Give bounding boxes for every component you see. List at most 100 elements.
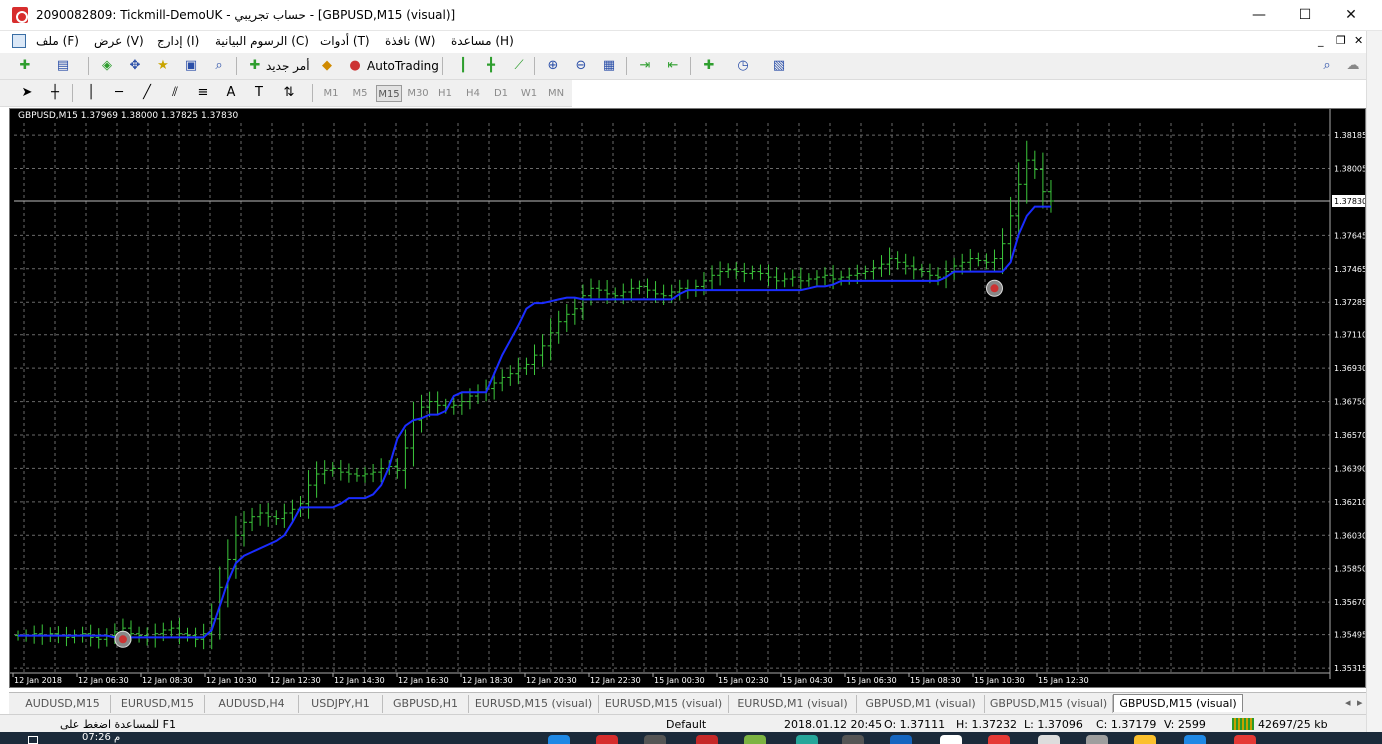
chart-window[interactable]: 1.38185 1.38005 1.37830 1.37645 1.37465 1.372… xyxy=(9,108,1367,688)
search-icon[interactable]: ⌕ xyxy=(1316,56,1338,76)
chart-shift-icon[interactable]: ⇤ xyxy=(662,56,684,76)
cursor-icon[interactable]: ➤ xyxy=(16,83,38,103)
meta-editor-icon[interactable]: ◆ xyxy=(316,56,338,76)
menu-tools[interactable]: أدوات (T) xyxy=(320,34,370,48)
indicators-icon[interactable]: ✚ xyxy=(698,56,720,76)
timeframe-m15[interactable]: M15 xyxy=(376,85,402,102)
chart-tab[interactable]: EURUSD,M1 (visual) xyxy=(729,695,857,713)
zoom-out-icon[interactable]: ⊖ xyxy=(570,56,592,76)
horizontal-line-icon[interactable]: ─ xyxy=(108,83,130,103)
equidistant-channel-icon[interactable]: ⫽ xyxy=(164,83,186,103)
task-view-icon[interactable] xyxy=(28,736,38,744)
taskbar-app-icon[interactable] xyxy=(744,735,766,744)
chat-icon[interactable]: ☁ xyxy=(1342,56,1364,76)
status-datetime: 2018.01.12 20:45 xyxy=(784,718,883,731)
chart-tab[interactable]: GBPUSD,M15 (visual) xyxy=(1113,694,1243,712)
chart-tab[interactable]: GBPUSD,H1 xyxy=(383,695,469,713)
timeframe-w1[interactable]: W1 xyxy=(516,85,542,102)
candlestick-chart-icon[interactable]: ╋ xyxy=(480,56,502,76)
zoom-in-icon[interactable]: ⊕ xyxy=(542,56,564,76)
x-tick-label: 15 Jan 06:30 xyxy=(846,676,897,685)
timeframe-h1[interactable]: H1 xyxy=(432,85,458,102)
taskbar-app-icon[interactable] xyxy=(796,735,818,744)
timeframe-h4[interactable]: H4 xyxy=(460,85,486,102)
timeframe-m1[interactable]: M1 xyxy=(318,85,344,102)
text-tool-icon[interactable]: A xyxy=(220,83,242,103)
taskbar-app-icon[interactable] xyxy=(1234,735,1256,744)
chart-tab[interactable]: USDJPY,H1 xyxy=(299,695,383,713)
taskbar-app-icon[interactable] xyxy=(1184,735,1206,744)
bar-chart-icon[interactable]: ┃ xyxy=(452,56,474,76)
taskbar-metatrader-icon[interactable] xyxy=(596,735,618,744)
menu-file[interactable]: ملف (F) xyxy=(36,34,79,48)
status-help: للمساعدة اضغط على F1 xyxy=(60,718,176,731)
tab-scroll-right-icon[interactable]: ▸ xyxy=(1357,696,1363,709)
taskbar-app-icon[interactable] xyxy=(1086,735,1108,744)
y-tick-label: 1.35850 xyxy=(1334,565,1365,574)
maximize-button[interactable]: ☐ xyxy=(1282,0,1328,31)
timeframe-d1[interactable]: D1 xyxy=(488,85,514,102)
tile-windows-icon[interactable]: ▦ xyxy=(598,56,620,76)
taskbar-app-icon[interactable] xyxy=(696,735,718,744)
y-tick-label: 1.36030 xyxy=(1334,531,1365,540)
timeframe-m5[interactable]: M5 xyxy=(347,85,373,102)
minimize-button[interactable]: — xyxy=(1236,0,1282,31)
timeframe-mn[interactable]: MN xyxy=(543,85,569,102)
mdi-restore-button[interactable]: ❐ xyxy=(1336,34,1346,47)
price-chart[interactable]: 1.38185 1.38005 1.37830 1.37645 1.37465 1.372… xyxy=(10,109,1367,687)
y-tick-label: 1.36750 xyxy=(1334,398,1365,407)
menu-window[interactable]: نافذة (W) xyxy=(385,34,435,48)
autotrading-icon[interactable]: ● xyxy=(344,56,366,76)
navigator-icon[interactable]: ★ xyxy=(152,56,174,76)
autotrading-button[interactable]: AutoTrading xyxy=(367,59,439,73)
chart-tab[interactable]: EURUSD,M15 (visual) xyxy=(469,695,599,713)
mdi-minimize-button[interactable]: _ xyxy=(1318,34,1324,47)
x-tick-label: 12 Jan 08:30 xyxy=(142,676,193,685)
chart-tab[interactable]: AUDUSD,H4 xyxy=(205,695,299,713)
text-label-icon[interactable]: T xyxy=(248,83,270,103)
new-chart-icon[interactable]: ✚ xyxy=(14,56,36,76)
auto-scroll-icon[interactable]: ⇥ xyxy=(634,56,656,76)
new-order-icon[interactable]: ✚ xyxy=(244,56,266,76)
taskbar-file-explorer-icon[interactable] xyxy=(1134,735,1156,744)
tab-scroll-left-icon[interactable]: ◂ xyxy=(1345,696,1351,709)
y-tick-label: 1.38005 xyxy=(1334,165,1365,174)
menu-bar: ملف (F) عرض (V) إدارج (I) الرسوم البياني… xyxy=(0,31,1366,53)
close-button[interactable]: ✕ xyxy=(1328,0,1374,31)
menu-help[interactable]: مساعدة (H) xyxy=(451,34,514,48)
taskbar-app-icon[interactable] xyxy=(842,735,864,744)
taskbar-app-icon[interactable] xyxy=(890,735,912,744)
x-tick-label: 15 Jan 02:30 xyxy=(718,676,769,685)
arrows-icon[interactable]: ⇅ xyxy=(278,83,300,103)
templates-icon[interactable]: ▧ xyxy=(768,56,790,76)
chart-tab[interactable]: GBPUSD,M15 (visual) xyxy=(985,695,1113,713)
taskbar-app-icon[interactable] xyxy=(1038,735,1060,744)
data-window-icon[interactable]: ✥ xyxy=(124,56,146,76)
taskbar-app-icon[interactable] xyxy=(644,735,666,744)
mdi-close-button[interactable]: ✕ xyxy=(1354,34,1363,47)
crosshair-icon[interactable]: ┼ xyxy=(44,83,66,103)
menu-insert[interactable]: إدارج (I) xyxy=(157,34,199,48)
trendline-icon[interactable]: ╱ xyxy=(136,83,158,103)
fibonacci-icon[interactable]: ≡ xyxy=(192,83,214,103)
periods-icon[interactable]: ◷ xyxy=(732,56,754,76)
menu-view[interactable]: عرض (V) xyxy=(94,34,144,48)
chart-tab[interactable]: GBPUSD,M1 (visual) xyxy=(857,695,985,713)
chart-window-icon[interactable] xyxy=(12,34,26,48)
strategy-tester-icon[interactable]: ⌕ xyxy=(208,56,230,76)
terminal-icon[interactable]: ▣ xyxy=(180,56,202,76)
chart-tab[interactable]: AUDUSD,M15 xyxy=(15,695,111,713)
taskbar-app-icon[interactable] xyxy=(548,735,570,744)
chart-tab[interactable]: EURUSD,M15 (visual) xyxy=(599,695,729,713)
profiles-icon[interactable]: ▤ xyxy=(52,56,74,76)
vertical-line-icon[interactable]: │ xyxy=(80,83,102,103)
market-watch-icon[interactable]: ◈ xyxy=(96,56,118,76)
line-chart-icon[interactable]: ⟋ xyxy=(508,56,530,76)
menu-charts[interactable]: الرسوم البيانية (C) xyxy=(215,34,309,48)
right-scrollbar[interactable] xyxy=(1366,31,1382,732)
timeframe-m30[interactable]: M30 xyxy=(405,85,431,102)
new-order-button[interactable]: أمر جديد xyxy=(266,59,310,73)
taskbar-app-icon[interactable] xyxy=(940,735,962,744)
taskbar-app-icon[interactable] xyxy=(988,735,1010,744)
chart-tab[interactable]: EURUSD,M15 xyxy=(111,695,205,713)
